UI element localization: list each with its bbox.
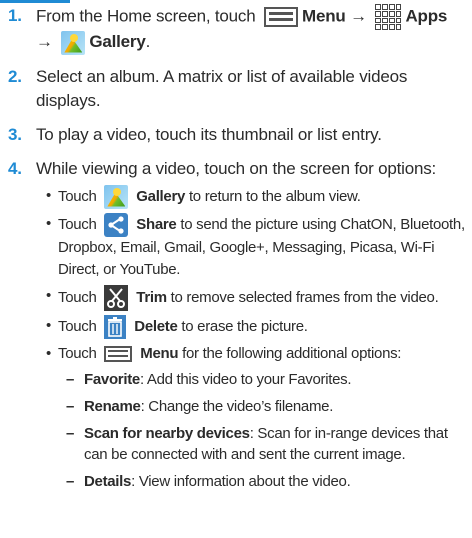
menu-options-list: Favorite: Add this video to your Favorit… (58, 369, 470, 492)
step-4: 4. While viewing a video, touch on the s… (8, 157, 470, 492)
step-number: 2. (8, 66, 22, 86)
step-1: 1. From the Home screen, touch Menu → Ap… (8, 4, 470, 55)
touch-word: Touch (58, 215, 97, 233)
step-text: To play a video, touch its thumbnail or … (36, 124, 382, 144)
share-icon (104, 212, 129, 237)
option-label: Gallery (136, 187, 186, 205)
list-item: Touch Trim to remove selected frames fro… (46, 284, 470, 311)
menu-option-label: Rename (84, 397, 141, 415)
step-number: 3. (8, 124, 22, 144)
apps-icon (375, 4, 402, 30)
scissors-icon (104, 284, 129, 311)
list-item: Touch Share to send the picture using Ch… (46, 212, 470, 281)
menu-label: Menu (302, 6, 346, 26)
arrow: → (350, 6, 367, 26)
options-list: Touch Gallery to return to the album vie… (36, 184, 470, 492)
section-accent-bar (0, 0, 70, 3)
option-text: to remove selected frames from the video… (170, 288, 439, 306)
touch-word: Touch (58, 344, 97, 362)
menu-option-text: : View information about the video. (131, 472, 351, 490)
option-label: Trim (136, 288, 167, 306)
gallery-icon (104, 184, 129, 209)
list-item: Touch Delete to erase the picture. (46, 314, 470, 339)
menu-option-label: Favorite (84, 370, 140, 388)
menu-icon (264, 7, 298, 27)
gallery-label: Gallery (89, 32, 146, 51)
step-text: From the Home screen, touch (36, 6, 256, 26)
period: . (145, 32, 151, 51)
menu-icon (104, 345, 133, 362)
list-item: Touch Menu for the following additional … (46, 343, 470, 492)
step-number: 1. (8, 6, 22, 25)
menu-option-text: : Change the video’s filename. (140, 397, 334, 415)
touch-word: Touch (58, 288, 97, 306)
step-2: 2. Select an album. A matrix or list of … (8, 65, 470, 113)
menu-option-label: Details (84, 472, 132, 490)
trash-icon (104, 314, 127, 339)
touch-word: Touch (58, 187, 97, 205)
list-item: Favorite: Add this video to your Favorit… (66, 369, 470, 390)
option-label: Share (136, 215, 177, 233)
gallery-icon (61, 30, 86, 55)
list-item: Rename: Change the video’s filename. (66, 396, 470, 417)
steps-list: 1. From the Home screen, touch Menu → Ap… (8, 4, 470, 492)
apps-label: Apps (405, 6, 448, 26)
menu-option-text: : Add this video to your Favorites. (139, 370, 352, 388)
option-text: for the following additional options: (182, 344, 402, 362)
option-label: Menu (140, 344, 179, 362)
list-item: Details: View information about the vide… (66, 471, 470, 492)
manual-page: 1. From the Home screen, touch Menu → Ap… (0, 0, 472, 538)
option-label: Delete (134, 317, 178, 335)
step-text: While viewing a video, touch on the scre… (36, 158, 437, 178)
touch-word: Touch (58, 317, 97, 335)
option-text: to return to the album view. (188, 187, 361, 205)
step-3: 3. To play a video, touch its thumbnail … (8, 123, 470, 147)
arrow: → (36, 32, 53, 51)
menu-option-label: Scan for nearby devices (84, 424, 250, 442)
step-number: 4. (8, 158, 22, 178)
list-item: Touch Gallery to return to the album vie… (46, 184, 470, 209)
list-item: Scan for nearby devices: Scan for in-ran… (66, 423, 470, 465)
step-text: Select an album. A matrix or list of ava… (36, 66, 408, 110)
option-text: to erase the picture. (181, 317, 308, 335)
